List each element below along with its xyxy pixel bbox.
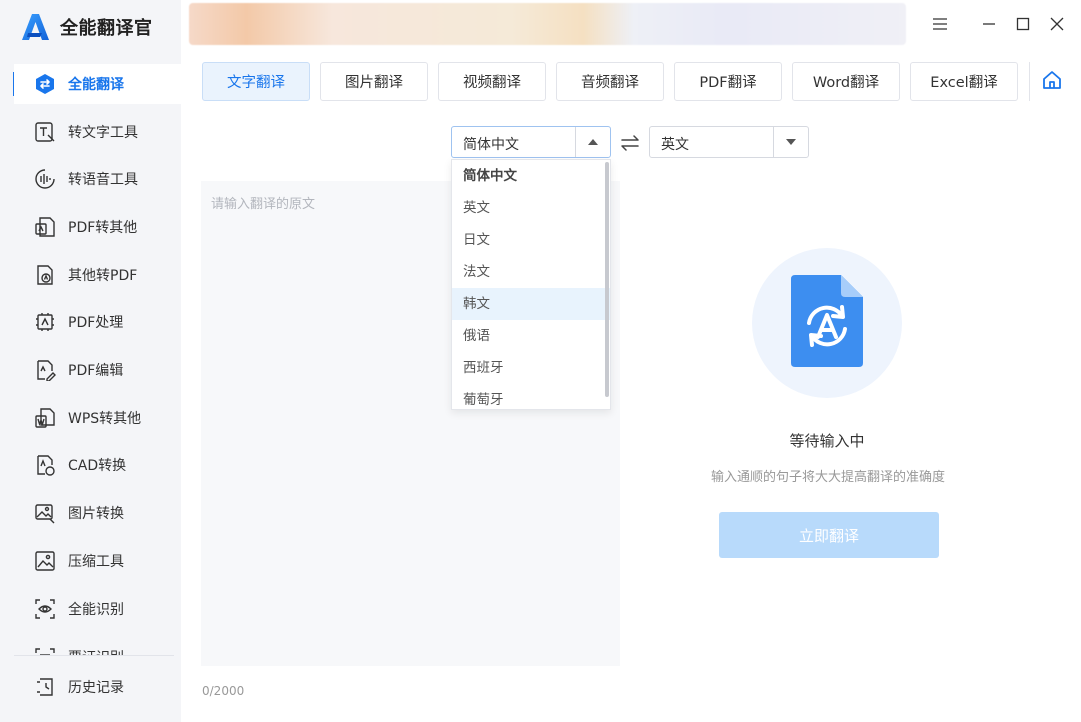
- swap-languages-icon[interactable]: [618, 131, 642, 155]
- sidebar-item-compress[interactable]: 压缩工具: [14, 541, 181, 581]
- sidebar-item-label: 全能识别: [68, 602, 124, 618]
- sidebar-item-label: PDF处理: [68, 315, 124, 331]
- sidebar-item-label: 票证识别: [68, 647, 124, 655]
- dropdown-option[interactable]: 日文: [452, 224, 610, 256]
- sidebar-item-label: CAD转换: [68, 458, 127, 474]
- dropdown-scrollbar[interactable]: [605, 162, 609, 397]
- sidebar-divider: [14, 655, 174, 656]
- tab-pdf-translate[interactable]: PDF翻译: [674, 62, 782, 101]
- sidebar-item-pdf-edit[interactable]: PDF编辑: [14, 350, 181, 390]
- sidebar-item-wps-convert[interactable]: WPS转其他: [14, 398, 181, 438]
- target-language-select[interactable]: 英文: [649, 126, 809, 158]
- compress-icon: [34, 550, 56, 572]
- sidebar-item-label: 全能翻译: [68, 77, 124, 93]
- maximize-icon[interactable]: [1011, 12, 1035, 36]
- translate-document-icon: [787, 271, 867, 375]
- sidebar-item-label: PDF转其他: [68, 220, 138, 236]
- sidebar-item-label: 转语音工具: [68, 172, 138, 188]
- dropdown-option[interactable]: 西班牙: [452, 352, 610, 384]
- ticket-icon: [34, 647, 56, 655]
- sidebar-item-label: PDF编辑: [68, 363, 124, 379]
- target-language-value: 英文: [661, 137, 689, 153]
- sidebar-item-voice-tool[interactable]: 转语音工具: [14, 159, 181, 199]
- chevron-down-icon[interactable]: [773, 127, 808, 157]
- translate-now-button[interactable]: 立即翻译: [719, 512, 939, 558]
- tab-image-translate[interactable]: 图片翻译: [320, 62, 428, 101]
- sidebar-item-label: 历史记录: [68, 680, 124, 696]
- sidebar-item-pdf-process[interactable]: PDF处理: [14, 302, 181, 342]
- wps-convert-icon: [34, 407, 56, 429]
- pdf-convert-icon: [34, 216, 56, 238]
- tab-word-translate[interactable]: Word翻译: [792, 62, 900, 101]
- voice-tool-icon: [34, 168, 56, 190]
- history-icon: [34, 676, 56, 698]
- sidebar-item-to-pdf[interactable]: 其他转PDF: [14, 255, 181, 295]
- waiting-illustration: [752, 248, 902, 398]
- recognize-icon: [34, 598, 56, 620]
- source-language-value: 简体中文: [463, 137, 519, 153]
- app-title: 全能翻译官: [60, 18, 153, 39]
- dropdown-option[interactable]: 简体中文: [452, 160, 610, 192]
- sidebar-item-label: 压缩工具: [68, 554, 124, 570]
- tab-excel-translate[interactable]: Excel翻译: [910, 62, 1018, 101]
- sidebar-item-recognize[interactable]: 全能识别: [14, 589, 181, 629]
- app-logo: 全能翻译官: [20, 12, 153, 42]
- sidebar: 全能翻译官 全能翻译 转文字工具 转语音工具 PDF转其他 其他转PDF PDF…: [0, 0, 181, 722]
- menu-icon[interactable]: [928, 12, 952, 36]
- sidebar-item-label: 图片转换: [68, 506, 124, 522]
- tab-video-translate[interactable]: 视频翻译: [438, 62, 546, 101]
- home-icon: [1041, 69, 1063, 95]
- translate-icon: [34, 73, 56, 95]
- sidebar-item-label: 转文字工具: [68, 125, 138, 141]
- sidebar-item-history[interactable]: 历史记录: [14, 667, 181, 707]
- promo-banner[interactable]: [189, 3, 906, 45]
- dropdown-option[interactable]: 法文: [452, 256, 610, 288]
- sidebar-item-cad-convert[interactable]: CAD转换: [14, 445, 181, 485]
- source-language-select[interactable]: 简体中文: [451, 126, 611, 158]
- cad-convert-icon: [34, 454, 56, 476]
- tab-text-translate[interactable]: 文字翻译: [202, 62, 310, 101]
- sidebar-item-text-tool[interactable]: 转文字工具: [14, 112, 181, 152]
- source-language-dropdown: 简体中文 英文 日文 法文 韩文 俄语 西班牙 葡萄牙: [451, 159, 611, 410]
- minimize-icon[interactable]: [977, 12, 1001, 36]
- char-counter: 0/2000: [202, 684, 245, 698]
- waiting-title: 等待输入中: [789, 432, 865, 450]
- waiting-subtitle: 输入通顺的句子将大大提高翻译的准确度: [710, 470, 945, 485]
- home-button[interactable]: [1029, 62, 1073, 101]
- sidebar-item-label: WPS转其他: [68, 411, 142, 427]
- dropdown-option[interactable]: 英文: [452, 192, 610, 224]
- to-pdf-icon: [34, 264, 56, 286]
- text-tool-icon: [34, 121, 56, 143]
- app-logo-icon: [20, 12, 50, 42]
- sidebar-item-label: 其他转PDF: [68, 268, 138, 284]
- dropdown-option[interactable]: 葡萄牙: [452, 384, 610, 409]
- sidebar-item-pdf-convert[interactable]: PDF转其他: [14, 207, 181, 247]
- sidebar-item-translate[interactable]: 全能翻译: [14, 64, 181, 104]
- dropdown-option[interactable]: 俄语: [452, 320, 610, 352]
- sidebar-item-ticket[interactable]: 票证识别: [14, 637, 181, 655]
- tab-audio-translate[interactable]: 音频翻译: [556, 62, 664, 101]
- close-icon[interactable]: [1045, 12, 1069, 36]
- pdf-edit-icon: [34, 359, 56, 381]
- image-convert-icon: [34, 502, 56, 524]
- chevron-up-icon[interactable]: [575, 127, 610, 157]
- sidebar-item-image-convert[interactable]: 图片转换: [14, 493, 181, 533]
- pdf-process-icon: [34, 311, 56, 333]
- dropdown-option[interactable]: 韩文: [452, 288, 610, 320]
